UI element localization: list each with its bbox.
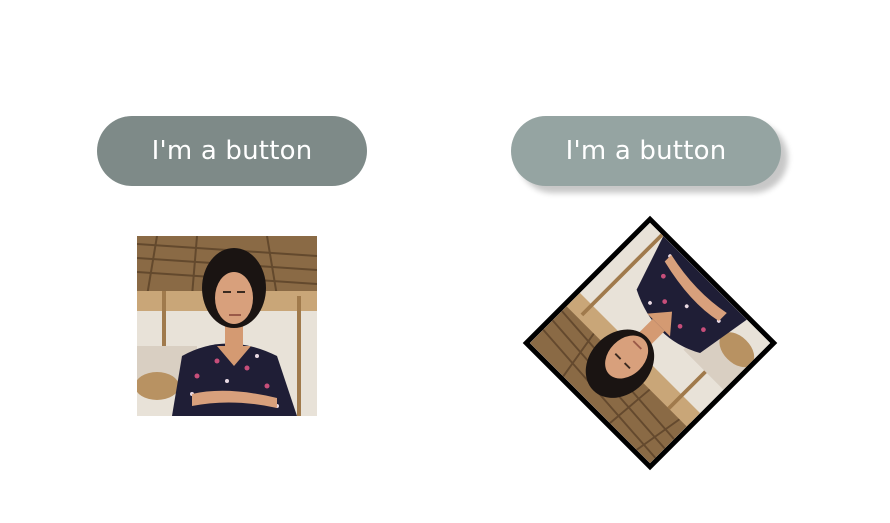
primary-button[interactable]: I'm a button [97, 116, 367, 186]
hover-button[interactable]: I'm a button [511, 116, 781, 186]
portrait-photo [137, 236, 317, 416]
rotated-portrait-photo [522, 215, 778, 471]
